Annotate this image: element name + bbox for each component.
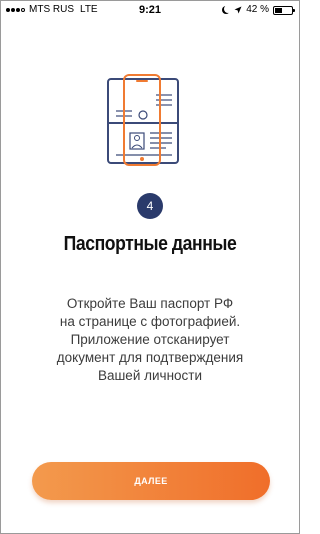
instruction-line: Вашей личности	[97, 368, 203, 383]
instruction-line: на странице с фотографией.	[59, 314, 241, 329]
app-screen: MTS RUS LTE 9:21 42 % 4 Паспортные данны…	[0, 0, 300, 534]
instruction-line: Откройте Ваш паспорт РФ	[66, 296, 234, 311]
next-button[interactable]: ДАЛЕЕ	[32, 462, 270, 500]
location-arrow-icon	[234, 6, 242, 14]
page-title: Паспортные данные	[63, 233, 237, 255]
instruction-line: Приложение отсканирует	[70, 332, 230, 347]
status-bar-right: 42 %	[222, 1, 295, 19]
passport-scan-icon	[107, 74, 179, 166]
status-bar: MTS RUS LTE 9:21 42 %	[1, 1, 299, 19]
step-badge: 4	[137, 193, 163, 219]
do-not-disturb-icon	[224, 5, 232, 13]
instruction-text: Откройте Ваш паспорт РФ на странице с фо…	[21, 295, 279, 385]
battery-icon	[273, 5, 295, 15]
instruction-line: документ для подтверждения	[56, 350, 244, 365]
battery-percent: 42 %	[246, 4, 269, 15]
